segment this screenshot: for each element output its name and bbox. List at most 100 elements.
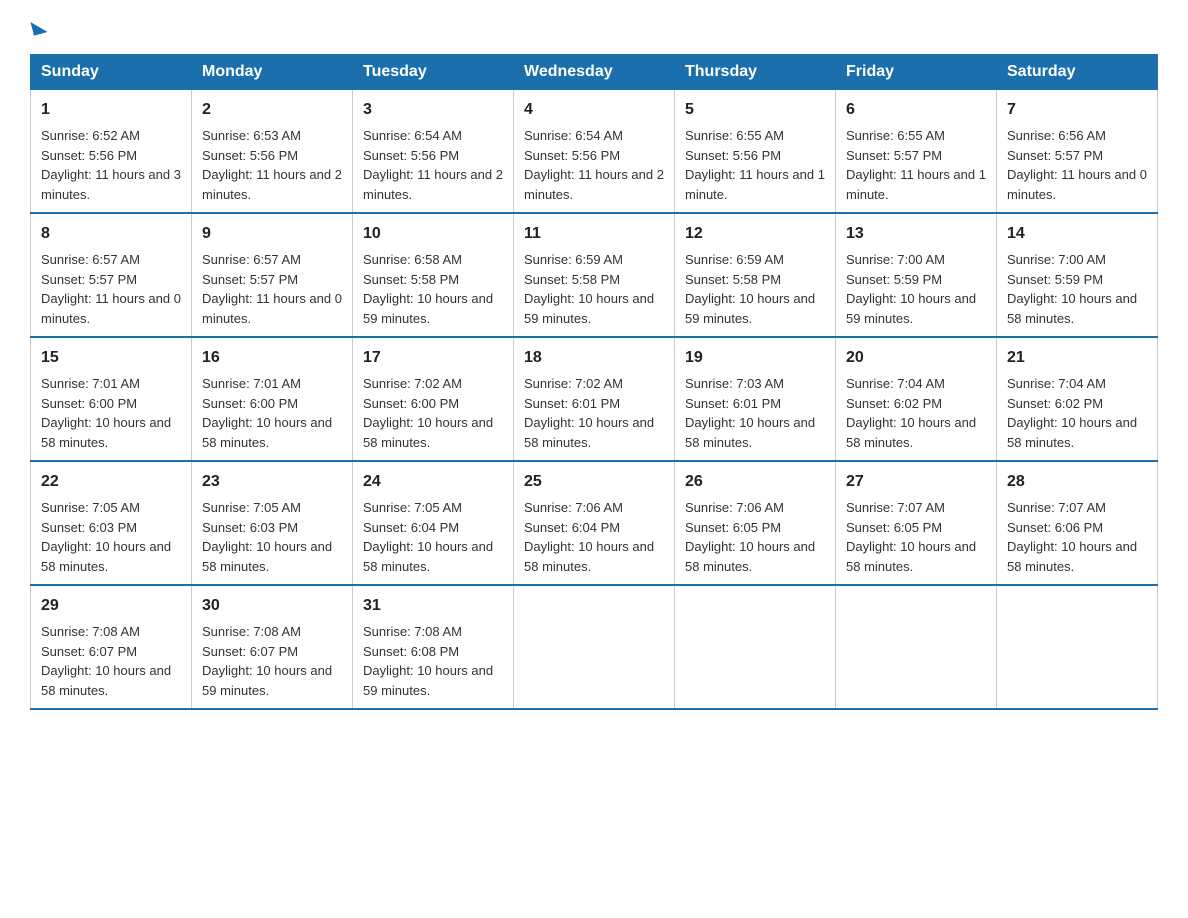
calendar-cell: 5 Sunrise: 6:55 AMSunset: 5:56 PMDayligh…: [675, 90, 836, 214]
calendar-cell: 1 Sunrise: 6:52 AMSunset: 5:56 PMDayligh…: [31, 90, 192, 214]
column-header-monday: Monday: [192, 55, 353, 90]
day-info: Sunrise: 6:54 AMSunset: 5:56 PMDaylight:…: [363, 128, 503, 202]
calendar-cell: 28 Sunrise: 7:07 AMSunset: 6:06 PMDaylig…: [997, 461, 1158, 585]
calendar-cell: 11 Sunrise: 6:59 AMSunset: 5:58 PMDaylig…: [514, 213, 675, 337]
calendar-week-row: 29 Sunrise: 7:08 AMSunset: 6:07 PMDaylig…: [31, 585, 1158, 709]
column-header-thursday: Thursday: [675, 55, 836, 90]
day-number: 12: [685, 222, 825, 246]
calendar-week-row: 15 Sunrise: 7:01 AMSunset: 6:00 PMDaylig…: [31, 337, 1158, 461]
day-info: Sunrise: 7:05 AMSunset: 6:03 PMDaylight:…: [41, 500, 171, 574]
day-number: 21: [1007, 346, 1147, 370]
day-number: 29: [41, 594, 181, 618]
page-header: [30, 20, 1158, 34]
calendar-header-row: SundayMondayTuesdayWednesdayThursdayFrid…: [31, 55, 1158, 90]
day-number: 14: [1007, 222, 1147, 246]
day-info: Sunrise: 7:01 AMSunset: 6:00 PMDaylight:…: [202, 376, 332, 450]
day-number: 15: [41, 346, 181, 370]
day-info: Sunrise: 7:08 AMSunset: 6:07 PMDaylight:…: [202, 624, 332, 698]
calendar-cell: 4 Sunrise: 6:54 AMSunset: 5:56 PMDayligh…: [514, 90, 675, 214]
day-number: 27: [846, 470, 986, 494]
day-info: Sunrise: 6:55 AMSunset: 5:57 PMDaylight:…: [846, 128, 986, 202]
day-info: Sunrise: 7:00 AMSunset: 5:59 PMDaylight:…: [1007, 252, 1137, 326]
day-info: Sunrise: 6:55 AMSunset: 5:56 PMDaylight:…: [685, 128, 825, 202]
day-number: 20: [846, 346, 986, 370]
day-number: 16: [202, 346, 342, 370]
calendar-cell: 3 Sunrise: 6:54 AMSunset: 5:56 PMDayligh…: [353, 90, 514, 214]
column-header-friday: Friday: [836, 55, 997, 90]
column-header-wednesday: Wednesday: [514, 55, 675, 90]
calendar-cell: 31 Sunrise: 7:08 AMSunset: 6:08 PMDaylig…: [353, 585, 514, 709]
day-info: Sunrise: 7:01 AMSunset: 6:00 PMDaylight:…: [41, 376, 171, 450]
day-number: 31: [363, 594, 503, 618]
calendar-week-row: 1 Sunrise: 6:52 AMSunset: 5:56 PMDayligh…: [31, 90, 1158, 214]
day-info: Sunrise: 6:58 AMSunset: 5:58 PMDaylight:…: [363, 252, 493, 326]
calendar-cell: 2 Sunrise: 6:53 AMSunset: 5:56 PMDayligh…: [192, 90, 353, 214]
calendar-cell: [675, 585, 836, 709]
day-number: 7: [1007, 98, 1147, 122]
day-info: Sunrise: 6:59 AMSunset: 5:58 PMDaylight:…: [685, 252, 815, 326]
calendar-cell: 29 Sunrise: 7:08 AMSunset: 6:07 PMDaylig…: [31, 585, 192, 709]
column-header-tuesday: Tuesday: [353, 55, 514, 90]
calendar-cell: 26 Sunrise: 7:06 AMSunset: 6:05 PMDaylig…: [675, 461, 836, 585]
calendar-cell: 20 Sunrise: 7:04 AMSunset: 6:02 PMDaylig…: [836, 337, 997, 461]
day-info: Sunrise: 6:54 AMSunset: 5:56 PMDaylight:…: [524, 128, 664, 202]
day-number: 30: [202, 594, 342, 618]
day-info: Sunrise: 7:08 AMSunset: 6:08 PMDaylight:…: [363, 624, 493, 698]
calendar-cell: 22 Sunrise: 7:05 AMSunset: 6:03 PMDaylig…: [31, 461, 192, 585]
day-info: Sunrise: 7:03 AMSunset: 6:01 PMDaylight:…: [685, 376, 815, 450]
calendar-table: SundayMondayTuesdayWednesdayThursdayFrid…: [30, 54, 1158, 710]
day-number: 6: [846, 98, 986, 122]
calendar-cell: 27 Sunrise: 7:07 AMSunset: 6:05 PMDaylig…: [836, 461, 997, 585]
day-info: Sunrise: 6:53 AMSunset: 5:56 PMDaylight:…: [202, 128, 342, 202]
day-info: Sunrise: 7:06 AMSunset: 6:04 PMDaylight:…: [524, 500, 654, 574]
day-number: 1: [41, 98, 181, 122]
day-number: 17: [363, 346, 503, 370]
calendar-week-row: 22 Sunrise: 7:05 AMSunset: 6:03 PMDaylig…: [31, 461, 1158, 585]
day-info: Sunrise: 7:05 AMSunset: 6:03 PMDaylight:…: [202, 500, 332, 574]
column-header-sunday: Sunday: [31, 55, 192, 90]
day-number: 10: [363, 222, 503, 246]
calendar-cell: 23 Sunrise: 7:05 AMSunset: 6:03 PMDaylig…: [192, 461, 353, 585]
day-number: 25: [524, 470, 664, 494]
day-info: Sunrise: 6:52 AMSunset: 5:56 PMDaylight:…: [41, 128, 181, 202]
calendar-cell: 18 Sunrise: 7:02 AMSunset: 6:01 PMDaylig…: [514, 337, 675, 461]
calendar-week-row: 8 Sunrise: 6:57 AMSunset: 5:57 PMDayligh…: [31, 213, 1158, 337]
calendar-body: 1 Sunrise: 6:52 AMSunset: 5:56 PMDayligh…: [31, 90, 1158, 710]
calendar-cell: 10 Sunrise: 6:58 AMSunset: 5:58 PMDaylig…: [353, 213, 514, 337]
day-info: Sunrise: 7:04 AMSunset: 6:02 PMDaylight:…: [846, 376, 976, 450]
calendar-cell: 30 Sunrise: 7:08 AMSunset: 6:07 PMDaylig…: [192, 585, 353, 709]
day-number: 3: [363, 98, 503, 122]
day-number: 4: [524, 98, 664, 122]
column-header-saturday: Saturday: [997, 55, 1158, 90]
logo-arrow-icon: [30, 18, 47, 35]
day-info: Sunrise: 7:06 AMSunset: 6:05 PMDaylight:…: [685, 500, 815, 574]
day-number: 9: [202, 222, 342, 246]
day-number: 13: [846, 222, 986, 246]
day-info: Sunrise: 6:57 AMSunset: 5:57 PMDaylight:…: [202, 252, 342, 326]
day-number: 2: [202, 98, 342, 122]
day-info: Sunrise: 7:02 AMSunset: 6:00 PMDaylight:…: [363, 376, 493, 450]
calendar-cell: 21 Sunrise: 7:04 AMSunset: 6:02 PMDaylig…: [997, 337, 1158, 461]
day-info: Sunrise: 7:07 AMSunset: 6:06 PMDaylight:…: [1007, 500, 1137, 574]
calendar-cell: 16 Sunrise: 7:01 AMSunset: 6:00 PMDaylig…: [192, 337, 353, 461]
calendar-cell: 19 Sunrise: 7:03 AMSunset: 6:01 PMDaylig…: [675, 337, 836, 461]
day-number: 5: [685, 98, 825, 122]
day-info: Sunrise: 7:07 AMSunset: 6:05 PMDaylight:…: [846, 500, 976, 574]
day-info: Sunrise: 7:00 AMSunset: 5:59 PMDaylight:…: [846, 252, 976, 326]
day-info: Sunrise: 7:04 AMSunset: 6:02 PMDaylight:…: [1007, 376, 1137, 450]
day-info: Sunrise: 7:08 AMSunset: 6:07 PMDaylight:…: [41, 624, 171, 698]
day-number: 18: [524, 346, 664, 370]
calendar-cell: 24 Sunrise: 7:05 AMSunset: 6:04 PMDaylig…: [353, 461, 514, 585]
calendar-cell: 14 Sunrise: 7:00 AMSunset: 5:59 PMDaylig…: [997, 213, 1158, 337]
day-number: 24: [363, 470, 503, 494]
day-info: Sunrise: 7:05 AMSunset: 6:04 PMDaylight:…: [363, 500, 493, 574]
day-number: 8: [41, 222, 181, 246]
calendar-cell: 8 Sunrise: 6:57 AMSunset: 5:57 PMDayligh…: [31, 213, 192, 337]
day-number: 28: [1007, 470, 1147, 494]
calendar-cell: 13 Sunrise: 7:00 AMSunset: 5:59 PMDaylig…: [836, 213, 997, 337]
day-number: 23: [202, 470, 342, 494]
day-info: Sunrise: 6:56 AMSunset: 5:57 PMDaylight:…: [1007, 128, 1147, 202]
day-number: 19: [685, 346, 825, 370]
day-number: 22: [41, 470, 181, 494]
calendar-cell: [514, 585, 675, 709]
